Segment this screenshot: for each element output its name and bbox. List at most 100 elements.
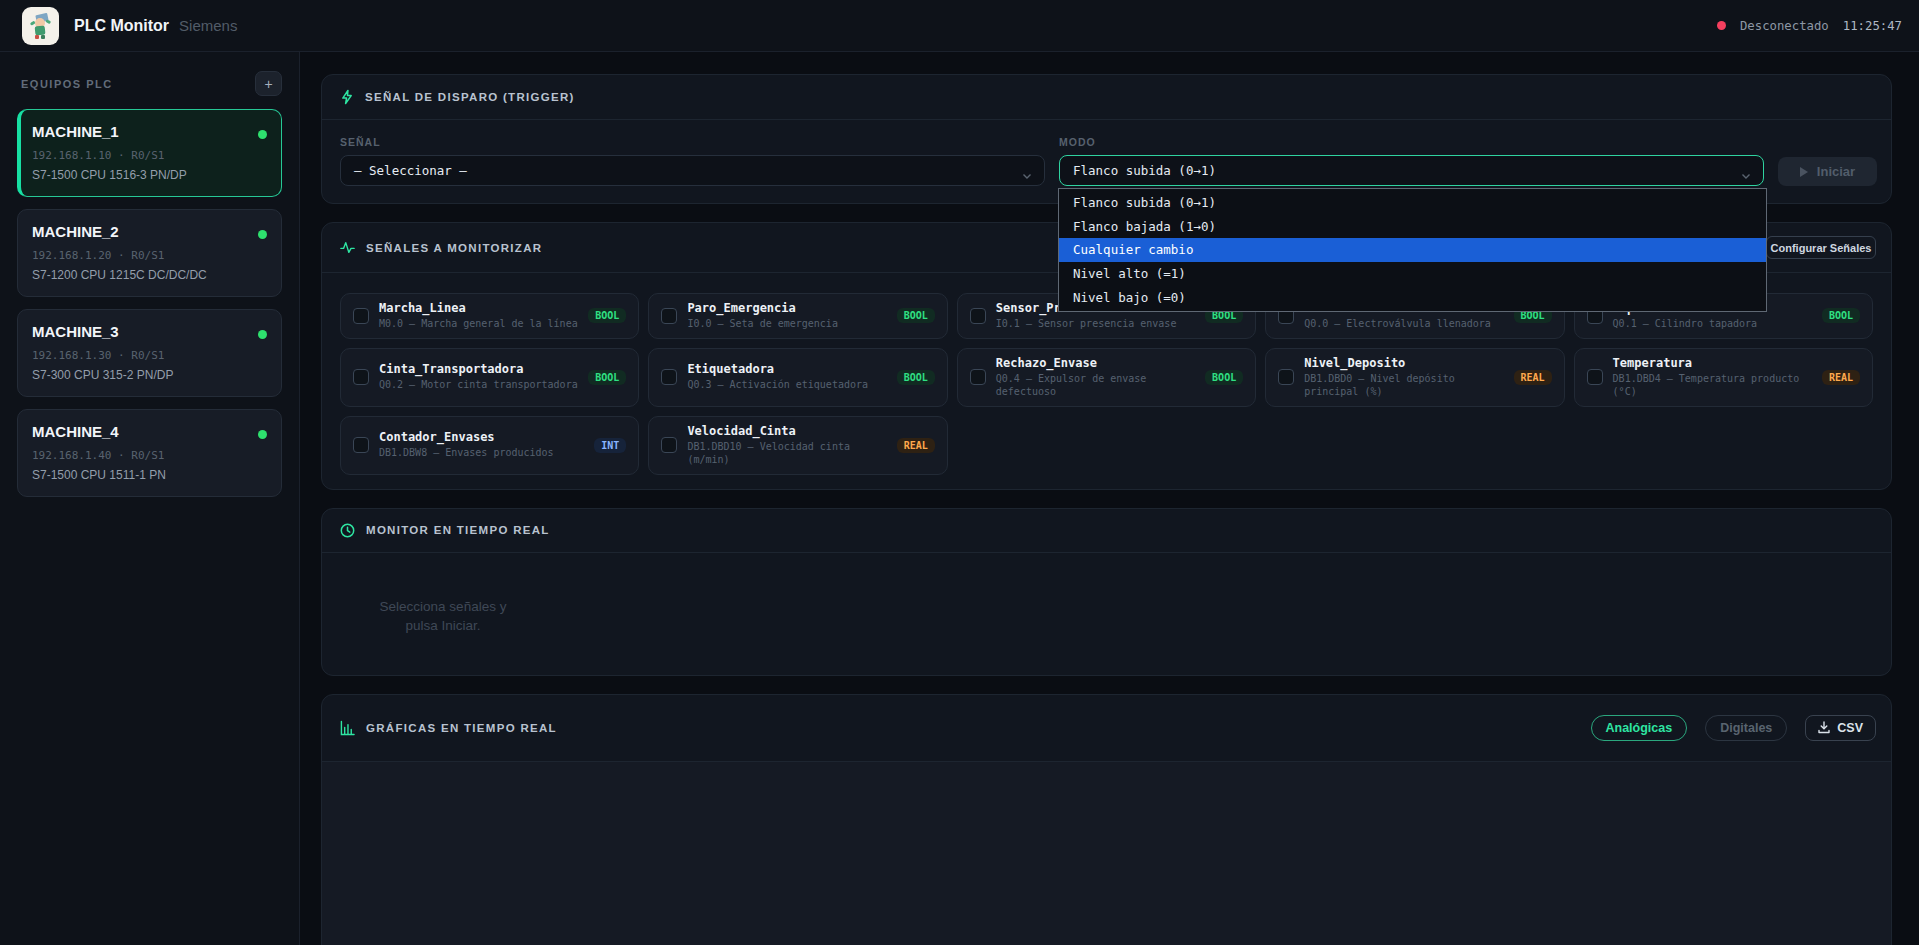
machine-name: MACHINE_2 xyxy=(32,223,267,240)
dropdown-option[interactable]: Nivel bajo (=0) xyxy=(1059,285,1766,309)
signal-checkbox[interactable] xyxy=(1278,369,1294,385)
machine-card-2[interactable]: MACHINE_2 192.168.1.20 · R0/S1 S7-1200 C… xyxy=(17,209,282,297)
machine-card-1[interactable]: MACHINE_1 192.168.1.10 · R0/S1 S7-1500 C… xyxy=(17,109,282,197)
activity-icon xyxy=(340,240,355,255)
signal-card[interactable]: Nivel_DepositoDB1.DBD0 — Nivel depósito … xyxy=(1265,348,1564,407)
signal-field-label: SEÑAL xyxy=(340,136,1045,148)
signal-type-badge: BOOL xyxy=(897,370,935,385)
signal-checkbox[interactable] xyxy=(661,308,677,324)
signal-card[interactable]: Velocidad_CintaDB1.DBD10 — Velocidad cin… xyxy=(648,416,947,475)
signal-checkbox[interactable] xyxy=(353,369,369,385)
online-status-dot xyxy=(258,330,267,339)
signal-detail: DB1.DBW8 — Envases producidos xyxy=(379,446,554,460)
dropdown-option-highlighted[interactable]: Cualquier cambio xyxy=(1059,238,1766,262)
dropdown-option[interactable]: Nivel alto (=1) xyxy=(1059,262,1766,286)
csv-button-label: CSV xyxy=(1837,721,1863,735)
signal-checkbox[interactable] xyxy=(353,437,369,453)
signal-card[interactable]: Contador_EnvasesDB1.DBW8 — Envases produ… xyxy=(340,416,639,475)
signal-checkbox[interactable] xyxy=(1587,369,1603,385)
machine-name: MACHINE_3 xyxy=(32,323,267,340)
signal-detail: DB1.DBD0 — Nivel depósito principal (%) xyxy=(1304,372,1503,399)
trigger-mode-value: Flanco subida (0→1) xyxy=(1073,163,1216,178)
trigger-section-title: SEÑAL DE DISPARO (TRIGGER) xyxy=(365,91,575,103)
lightning-icon xyxy=(340,89,354,105)
signal-type-badge: INT xyxy=(594,438,626,453)
signal-checkbox[interactable] xyxy=(353,308,369,324)
signal-checkbox[interactable] xyxy=(661,437,677,453)
trigger-section: SEÑAL DE DISPARO (TRIGGER) SEÑAL — Selec… xyxy=(321,74,1892,204)
connection-status-text: Desconectado xyxy=(1740,19,1829,33)
online-status-dot xyxy=(258,230,267,239)
signal-name: Nivel_Deposito xyxy=(1304,356,1503,371)
signal-card[interactable]: TemperaturaDB1.DBD4 — Temperatura produc… xyxy=(1574,348,1873,407)
app-logo xyxy=(22,7,59,45)
configure-signals-button[interactable]: Configurar Señales xyxy=(1766,236,1876,259)
signal-card[interactable]: Marcha_LineaM0.0 — Marcha general de la … xyxy=(340,293,639,339)
signal-detail: Q0.1 — Cilindro tapadora xyxy=(1613,317,1758,331)
signal-type-badge: BOOL xyxy=(588,370,626,385)
monitor-section: MONITOR EN TIEMPO REAL Selecciona señale… xyxy=(321,508,1892,676)
clock-icon xyxy=(340,523,355,538)
charts-section: GRÁFICAS EN TIEMPO REAL Analógicas Digit… xyxy=(321,694,1892,945)
dropdown-option[interactable]: Flanco subida (0→1) xyxy=(1059,191,1766,215)
charts-canvas xyxy=(322,762,1891,945)
signal-name: Paro_Emergencia xyxy=(687,301,838,316)
signal-card[interactable]: EtiquetadoraQ0.3 — Activación etiquetado… xyxy=(648,348,947,407)
clock-text: 11:25:47 xyxy=(1843,19,1902,33)
signal-name: Marcha_Linea xyxy=(379,301,578,316)
machine-card-4[interactable]: MACHINE_4 192.168.1.40 · R0/S1 S7-1500 C… xyxy=(17,409,282,497)
trigger-signal-value: — Seleccionar — xyxy=(354,163,467,178)
app-title: PLC Monitor xyxy=(74,17,169,35)
signal-detail: Q0.2 — Motor cinta transportadora xyxy=(379,378,578,392)
chevron-down-icon xyxy=(1741,168,1751,183)
signal-name: Velocidad_Cinta xyxy=(687,424,886,439)
signal-checkbox[interactable] xyxy=(970,308,986,324)
chevron-down-icon xyxy=(1022,168,1032,183)
machine-card-3[interactable]: MACHINE_3 192.168.1.30 · R0/S1 S7-300 CP… xyxy=(17,309,282,397)
signal-type-badge: BOOL xyxy=(588,308,626,323)
machine-cpu: S7-300 CPU 315-2 PN/DP xyxy=(32,368,267,382)
signal-detail: I0.0 — Seta de emergencia xyxy=(687,317,838,331)
machine-ip: 192.168.1.40 · R0/S1 xyxy=(32,449,267,462)
machine-cpu: S7-1500 CPU 1516-3 PN/DP xyxy=(32,168,267,182)
app-subtitle: Siemens xyxy=(179,17,237,34)
signal-detail: M0.0 — Marcha general de la línea xyxy=(379,317,578,331)
signal-type-badge: BOOL xyxy=(897,308,935,323)
add-plc-button[interactable]: + xyxy=(255,71,282,96)
signal-detail: I0.1 — Sensor presencia envase xyxy=(996,317,1177,331)
signal-type-badge: REAL xyxy=(1822,370,1860,385)
csv-export-button[interactable]: CSV xyxy=(1805,715,1876,741)
online-status-dot xyxy=(258,130,267,139)
signal-detail: Q0.3 — Activación etiquetadora xyxy=(687,378,868,392)
top-bar: PLC Monitor Siemens Desconectado 11:25:4… xyxy=(0,0,1919,52)
signal-card[interactable]: Cinta_TransportadoraQ0.2 — Motor cinta t… xyxy=(340,348,639,407)
digital-tab-button[interactable]: Digitales xyxy=(1705,715,1787,741)
signal-detail: DB1.DBD4 — Temperatura producto (°C) xyxy=(1613,372,1812,399)
signal-type-badge: BOOL xyxy=(1822,308,1860,323)
monitor-section-title: MONITOR EN TIEMPO REAL xyxy=(366,524,550,536)
dropdown-option[interactable]: Flanco bajada (1→0) xyxy=(1059,215,1766,239)
mode-field-label: MODO xyxy=(1059,136,1764,148)
trigger-signal-select[interactable]: — Seleccionar — xyxy=(340,155,1045,186)
sidebar: EQUIPOS PLC + MACHINE_1 192.168.1.10 · R… xyxy=(0,52,300,945)
signal-checkbox[interactable] xyxy=(970,369,986,385)
signal-card[interactable]: Rechazo_EnvaseQ0.4 — Expulsor de envase … xyxy=(957,348,1256,407)
signal-name: Contador_Envases xyxy=(379,430,554,445)
machine-name: MACHINE_1 xyxy=(32,123,267,140)
signal-card[interactable]: Paro_EmergenciaI0.0 — Seta de emergencia… xyxy=(648,293,947,339)
machine-name: MACHINE_4 xyxy=(32,423,267,440)
sidebar-title: EQUIPOS PLC xyxy=(21,78,113,90)
download-icon xyxy=(1818,721,1830,734)
signal-detail: Q0.4 — Expulsor de envase defectuoso xyxy=(996,372,1195,399)
online-status-dot xyxy=(258,430,267,439)
signal-detail: DB1.DBD10 — Velocidad cinta (m/min) xyxy=(687,440,886,467)
trigger-mode-select[interactable]: Flanco subida (0→1) xyxy=(1059,155,1764,186)
machine-ip: 192.168.1.10 · R0/S1 xyxy=(32,149,267,162)
signal-checkbox[interactable] xyxy=(661,369,677,385)
analog-tab-button[interactable]: Analógicas xyxy=(1591,715,1688,741)
connection-status-dot xyxy=(1717,21,1726,30)
start-button[interactable]: Iniciar xyxy=(1778,157,1877,186)
signal-name: Cinta_Transportadora xyxy=(379,362,578,377)
signal-name: Etiquetadora xyxy=(687,362,868,377)
start-button-label: Iniciar xyxy=(1817,164,1855,179)
